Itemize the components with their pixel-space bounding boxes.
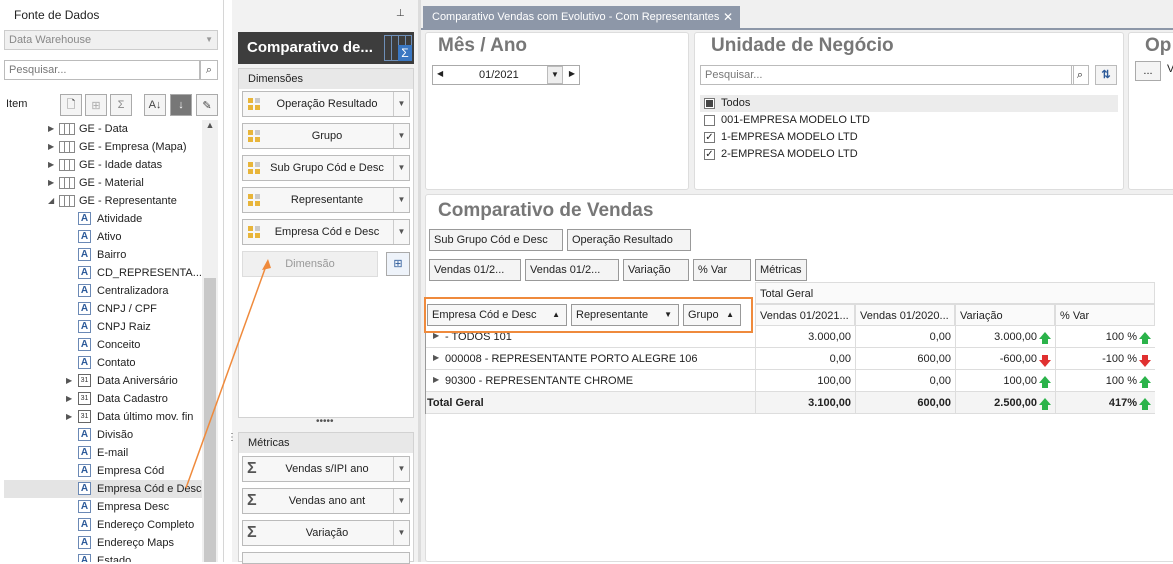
drag-arrow [185,259,271,489]
